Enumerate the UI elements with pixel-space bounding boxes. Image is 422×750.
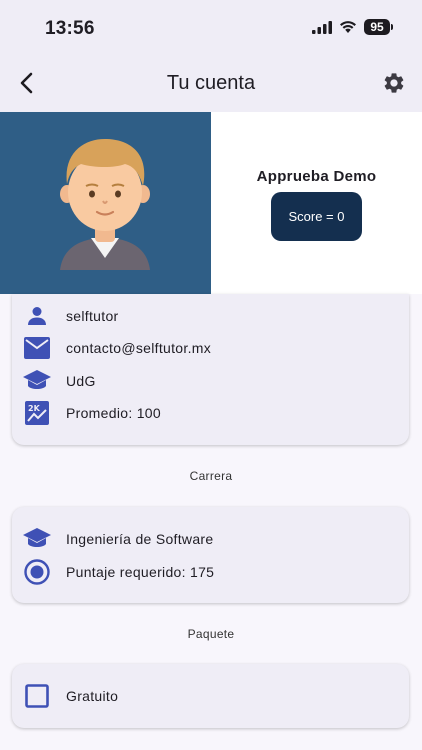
package-section-title: Paquete xyxy=(187,627,235,641)
app-bar: Tu cuenta xyxy=(0,58,422,112)
profile-header: Apprueba Demo Score = 0 xyxy=(0,112,422,294)
career-card: Ingeniería de Software Puntaje requerido… xyxy=(12,507,409,603)
user-info-card: selftutor contacto@selftutor.mx UdG 2K P… xyxy=(12,294,409,445)
settings-button[interactable] xyxy=(380,69,408,97)
username-label: selftutor xyxy=(66,308,119,324)
school-icon xyxy=(23,525,51,553)
score-button[interactable]: Score = 0 xyxy=(271,192,362,241)
profile-name: Apprueba Demo xyxy=(256,168,377,185)
status-time: 13:56 xyxy=(45,18,95,39)
average-label: Promedio: 100 xyxy=(66,405,161,421)
status-icons: 95 xyxy=(312,19,393,35)
page-title: Tu cuenta xyxy=(166,72,256,94)
stats-icon: 2K xyxy=(23,399,51,427)
email-label: contacto@selftutor.mx xyxy=(66,340,212,356)
avatar xyxy=(0,112,211,294)
mail-icon xyxy=(23,334,51,362)
battery-indicator: 95 xyxy=(364,19,393,35)
package-card: Gratuito xyxy=(12,664,409,728)
career-name-label: Ingeniería de Software xyxy=(66,531,214,547)
career-section-title: Carrera xyxy=(189,469,233,483)
person-icon xyxy=(23,302,51,330)
wifi-icon xyxy=(340,21,356,33)
package-name-label: Gratuito xyxy=(66,688,119,704)
school-label: UdG xyxy=(66,373,96,389)
radio-target-icon xyxy=(23,558,51,586)
signal-icon xyxy=(312,20,332,34)
status-bar: 13:56 95 xyxy=(0,0,422,58)
svg-text:2K: 2K xyxy=(28,404,41,413)
gear-icon xyxy=(384,73,404,93)
school-icon xyxy=(23,367,51,395)
checkbox-icon[interactable] xyxy=(23,682,51,710)
required-score-label: Puntaje requerido: 175 xyxy=(66,564,215,580)
avatar-illustration xyxy=(60,138,150,270)
